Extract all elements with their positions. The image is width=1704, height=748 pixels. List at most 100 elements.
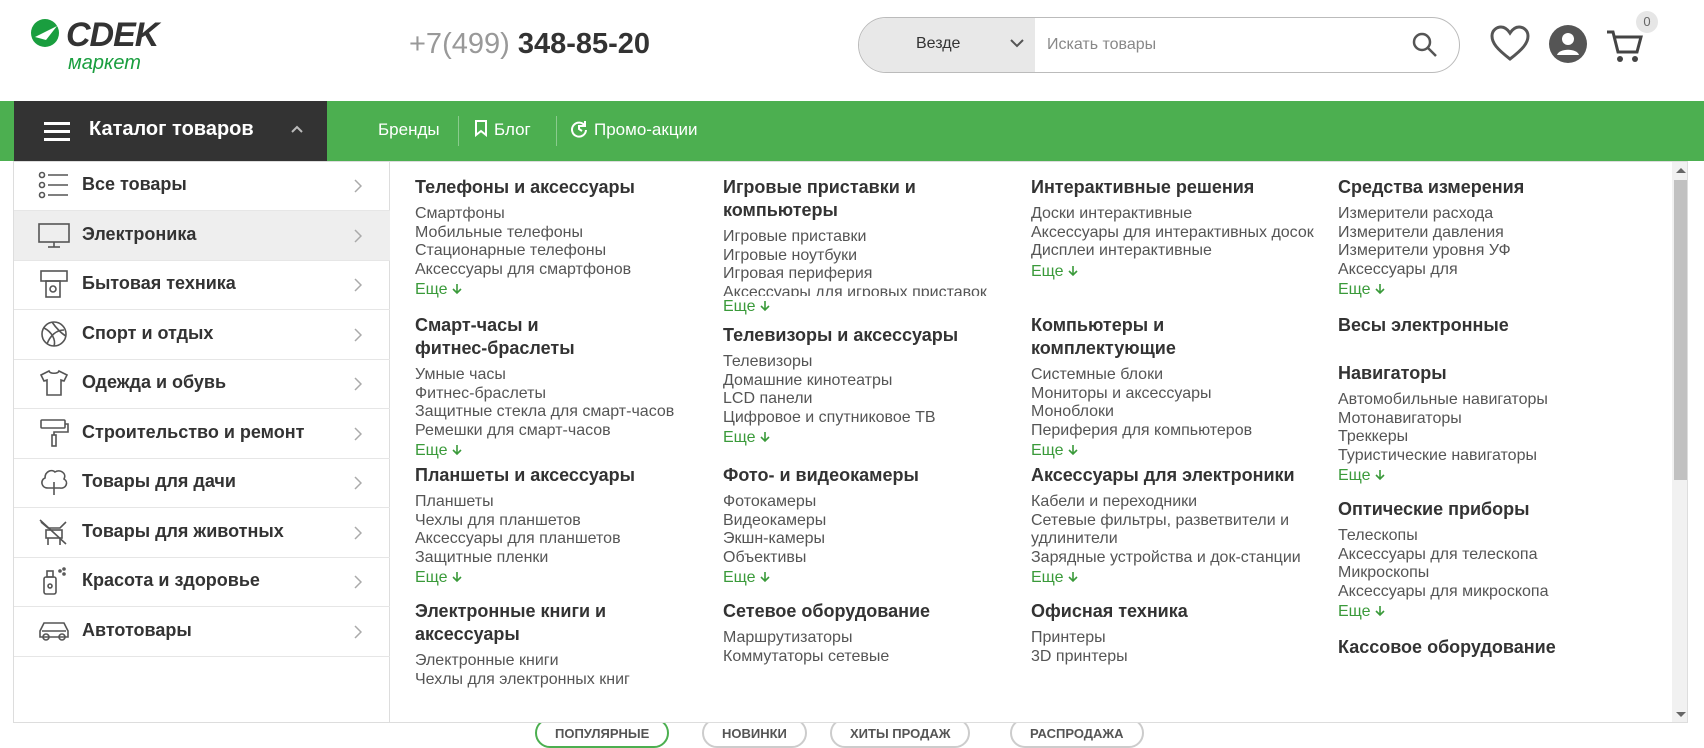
nav-link-blog[interactable]: Блог [474,120,531,140]
category-item[interactable]: Автотовары [14,607,390,657]
category-item[interactable]: Строительство и ремонт [14,409,390,459]
subcategory-link[interactable]: Автомобильные навигаторы [1338,391,1628,410]
subcategory-group-title[interactable]: Электронные книги и аксессуары [415,600,615,646]
subcategory-link[interactable]: Периферия для компьютеров [1031,422,1321,441]
nav-link-brands[interactable]: Бренды [378,120,440,140]
subcategory-link[interactable]: Кабели и переходники [1031,493,1321,512]
subcategory-group-title[interactable]: Средства измерения [1338,176,1623,199]
favorites-button[interactable] [1489,24,1531,67]
category-item[interactable]: Товары для животных [14,508,390,558]
subcategory-link[interactable]: Аксессуары для [1338,261,1628,280]
subcategory-group-title[interactable]: Телевизоры и аксессуары [723,324,1008,347]
subcategory-link[interactable]: Телевизоры [723,353,1013,372]
show-more-link[interactable]: Еще [415,281,463,299]
subcategory-group-title[interactable]: Весы электронные [1338,314,1623,337]
subcategory-group-title[interactable]: Сетевое оборудование [723,600,1008,623]
subcategory-link[interactable]: Электронные книги [415,652,705,671]
catalog-button[interactable]: Каталог товаров [14,101,327,161]
category-item[interactable]: Красота и здоровье [14,557,390,607]
subcategory-link[interactable]: Измерители расхода [1338,205,1628,224]
subcategory-link[interactable]: Системные блоки [1031,366,1321,385]
subcategory-link[interactable]: Треккеры [1338,428,1628,447]
subcategory-link[interactable]: Чехлы для электронных книг [415,671,705,690]
subcategory-link[interactable]: Доски интерактивные [1031,205,1321,224]
category-item[interactable]: Бытовая техника [14,260,390,310]
subcategory-link[interactable]: Мобильные телефоны [415,224,705,243]
subcategory-link[interactable]: Фитнес-браслеты [415,385,705,404]
subcategory-group-title[interactable]: Фото- и видеокамеры [723,464,1008,487]
subcategory-link[interactable]: Экшн-камеры [723,530,1013,549]
subcategory-link[interactable]: Аксессуары для телескопа [1338,546,1628,565]
subcategory-link[interactable]: Мотонавигаторы [1338,410,1628,429]
show-more-link[interactable]: Еще [1338,467,1386,485]
subcategory-group-title[interactable]: Компьютеры и комплектующие [1031,314,1231,360]
category-item[interactable]: Электроника [14,210,390,261]
show-more-link[interactable]: Еще [415,442,463,460]
subcategory-link[interactable]: Смартфоны [415,205,705,224]
subcategory-link[interactable]: Стационарные телефоны [415,242,705,261]
show-more-link[interactable]: Еще [1031,442,1079,460]
show-more-link[interactable]: Еще [415,569,463,587]
category-item[interactable]: Товары для дачи [14,458,390,508]
subcategory-link[interactable]: Защитные стекла для смарт-часов [415,403,705,422]
search-button[interactable] [1411,31,1441,61]
phone-number[interactable]: +7(499) 348-85-20 [409,28,650,61]
subcategory-link[interactable]: Аксессуары для планшетов [415,530,705,549]
subcategory-link[interactable]: Игровые ноутбуки [723,247,1013,266]
nav-link-promo[interactable]: Промо-акции [570,120,698,140]
subcategory-link[interactable]: Чехлы для планшетов [415,512,705,531]
subcategory-link[interactable]: Туристические навигаторы [1338,447,1628,466]
subcategory-link[interactable]: Аксессуары для микроскопа [1338,583,1628,602]
subcategory-link[interactable]: Коммутаторы сетевые [723,648,1013,667]
subcategory-link[interactable]: Мониторы и аксессуары [1031,385,1321,404]
scrollbar-thumb[interactable] [1674,180,1687,480]
subcategory-link[interactable]: Фотокамеры [723,493,1013,512]
subcategory-link[interactable]: Аксессуары для интерактивных досок [1031,224,1321,243]
subcategory-link[interactable]: Защитные пленки [415,549,705,568]
subcategory-group-title[interactable]: Офисная техника [1031,600,1316,623]
category-item[interactable]: Все товары [14,162,390,211]
subcategory-link[interactable]: Моноблоки [1031,403,1321,422]
subcategory-link[interactable]: Дисплеи интерактивные [1031,242,1321,261]
subcategory-link[interactable]: Принтеры [1031,629,1321,648]
category-item[interactable]: Одежда и обувь [14,359,390,409]
subcategory-group-title[interactable]: Смарт-часы и фитнес-браслеты [415,314,615,360]
subcategory-link[interactable]: Телескопы [1338,527,1628,546]
cart-button[interactable] [1605,28,1643,69]
subcategory-link[interactable]: Ремешки для смарт-часов [415,422,705,441]
subcategory-link[interactable]: Микроскопы [1338,564,1628,583]
subcategory-link[interactable]: Сетевые фильтры, разветвители и удлините… [1031,512,1321,549]
show-more-link[interactable]: Еще [1338,603,1386,621]
subcategory-group-title[interactable]: Навигаторы [1338,362,1623,385]
show-more-link[interactable]: Еще [1031,569,1079,587]
show-more-link[interactable]: Еще [1031,263,1079,281]
subcategory-link[interactable]: Маршрутизаторы [723,629,1013,648]
subcategory-link[interactable]: Аксессуары для игровых приставок [723,284,1013,297]
scroll-up-arrow-icon[interactable] [1676,168,1686,173]
subcategory-group-title[interactable]: Планшеты и аксессуары [415,464,700,487]
subcategory-link[interactable]: Домашние кинотеатры [723,372,1013,391]
subcategory-link[interactable]: Измерители давления [1338,224,1628,243]
search-input[interactable] [1047,31,1407,59]
subcategory-group-title[interactable]: Аксессуары для электроники [1031,464,1316,487]
subcategory-link[interactable]: 3D принтеры [1031,648,1321,667]
show-more-link[interactable]: Еще [723,429,771,447]
account-button[interactable] [1548,24,1588,69]
subcategory-group-title[interactable]: Кассовое оборудование [1338,636,1623,659]
subcategory-link[interactable]: Аксессуары для смартфонов [415,261,705,280]
subcategory-link[interactable]: Планшеты [415,493,705,512]
subcategory-group-title[interactable]: Оптические приборы [1338,498,1623,521]
subcategory-link[interactable]: Игровая периферия [723,265,1013,284]
subcategory-link[interactable]: Видеокамеры [723,512,1013,531]
subcategory-link[interactable]: Цифровое и спутниковое ТВ [723,409,1013,428]
subcategory-group-title[interactable]: Телефоны и аксессуары [415,176,700,199]
subcategory-link[interactable]: LCD панели [723,390,1013,409]
subcategory-link[interactable]: Умные часы [415,366,705,385]
search-scope-select[interactable]: Везде [859,18,1035,72]
scrollbar[interactable] [1672,162,1687,722]
subcategory-link[interactable]: Объективы [723,549,1013,568]
subcategory-link[interactable]: Зарядные устройства и док-станции [1031,549,1321,568]
subcategory-group-title[interactable]: Игровые приставки и компьютеры [723,176,923,222]
scroll-down-arrow-icon[interactable] [1676,712,1686,717]
subcategory-group-title[interactable]: Интерактивные решения [1031,176,1316,199]
